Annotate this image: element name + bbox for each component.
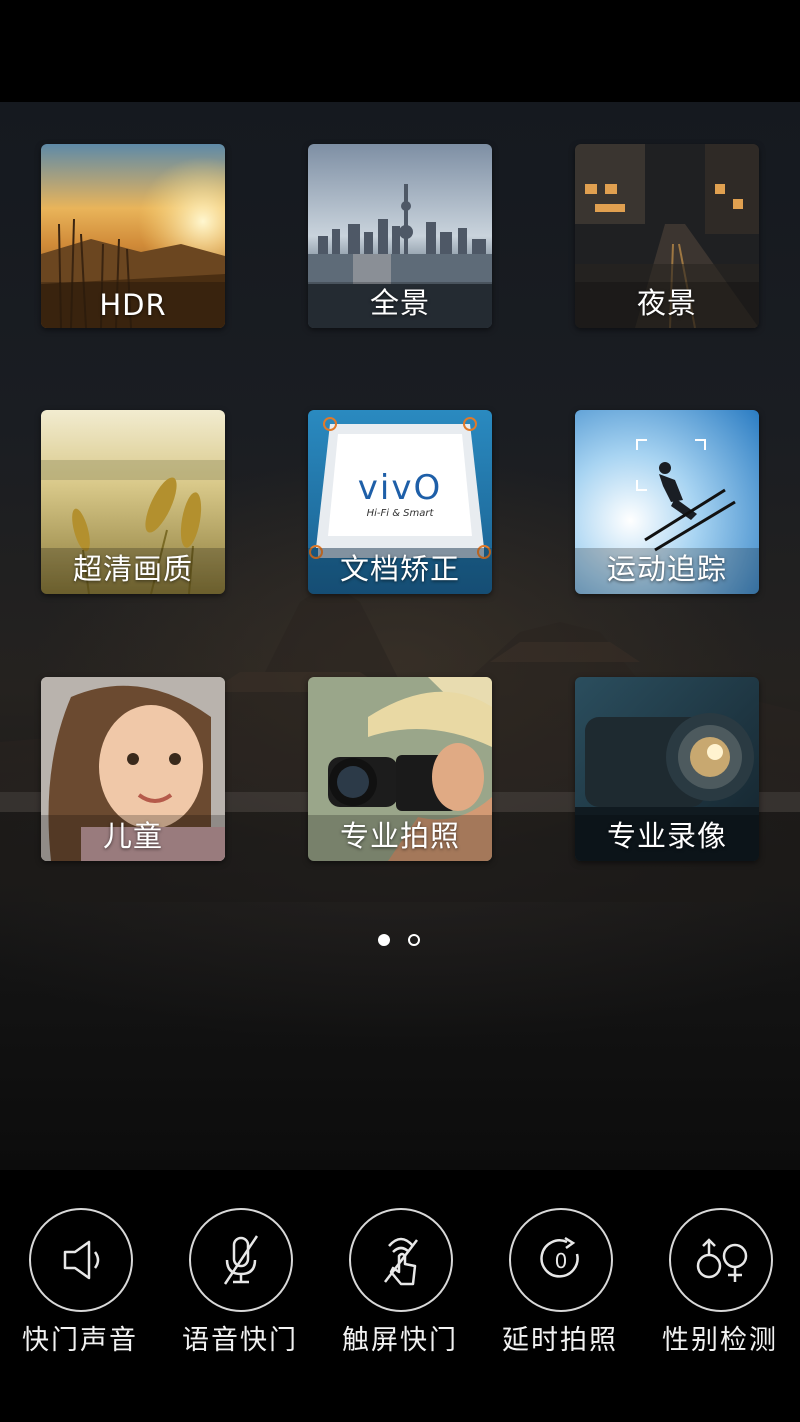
page-indicator: [0, 934, 800, 954]
mode-tile-pro-video[interactable]: 专业录像: [575, 677, 759, 861]
tool-label: 快门声音: [22, 1325, 138, 1356]
timer-toggle[interactable]: 0 延时拍照: [480, 1208, 640, 1368]
mode-label-panorama: 全景: [369, 286, 430, 320]
vivo-tagline-text: Hi-Fi & Smart: [366, 508, 434, 519]
vivo-brand-text: vivO: [357, 468, 443, 508]
mode-label-hdr: HDR: [99, 288, 167, 322]
gender-detect-toggle[interactable]: 性别检测: [640, 1208, 800, 1368]
svg-text:0: 0: [555, 1249, 568, 1273]
gender-detect-button[interactable]: [669, 1208, 773, 1312]
mode-tile-doc-correction[interactable]: vivO Hi-Fi & Smart 文档矫正: [308, 410, 492, 594]
mode-tile-children[interactable]: 儿童: [41, 677, 225, 861]
mode-tile-panorama[interactable]: 全景: [308, 144, 492, 328]
mode-label-pro-photo: 专业拍照: [339, 819, 460, 853]
mode-tile-pro-photo[interactable]: 专业拍照: [308, 677, 492, 861]
mode-tile-hdr[interactable]: HDR: [41, 144, 225, 328]
mode-label-ultra-hd: 超清画质: [72, 552, 193, 586]
touch-off-icon: [384, 1237, 418, 1286]
speaker-icon: [63, 1240, 100, 1280]
page-dot-active[interactable]: [378, 934, 390, 946]
mode-tile-night[interactable]: 夜景: [575, 144, 759, 328]
touch-shutter-toggle[interactable]: 触屏快门: [320, 1208, 480, 1368]
tool-label: 性别检测: [662, 1325, 778, 1356]
mode-label-night: 夜景: [636, 286, 697, 320]
status-bar-area: [0, 0, 800, 102]
tool-label: 延时拍照: [502, 1325, 618, 1356]
mode-label-pro-video: 专业录像: [606, 819, 727, 853]
settings-toolbar: 快门声音 语音快门 触屏快门 0 延时拍照 性别检测: [0, 1170, 800, 1422]
gender-icon: [696, 1238, 748, 1282]
touch-shutter-button[interactable]: [349, 1208, 453, 1312]
mode-tile-ultra-hd[interactable]: 超清画质: [41, 410, 225, 594]
shutter-sound-button[interactable]: [29, 1208, 133, 1312]
tool-label: 语音快门: [182, 1325, 298, 1356]
shutter-sound-toggle[interactable]: 快门声音: [0, 1208, 160, 1368]
mode-label-doc-correction: 文档矫正: [339, 552, 460, 586]
mode-grid-area: HDR 全景 夜景 超清画质 vivO Hi-Fi & Smart 文档矫正 运…: [0, 102, 800, 1170]
voice-shutter-toggle[interactable]: 语音快门: [160, 1208, 320, 1368]
voice-shutter-button[interactable]: [189, 1208, 293, 1312]
timer-icon: 0: [540, 1236, 579, 1278]
mode-label-children: 儿童: [102, 819, 163, 853]
timer-button[interactable]: 0: [509, 1208, 613, 1312]
page-dot-inactive[interactable]: [408, 934, 420, 946]
tool-label: 触屏快门: [342, 1325, 458, 1356]
mode-tile-motion-tracking[interactable]: 运动追踪: [575, 410, 759, 594]
mode-label-motion-tracking: 运动追踪: [606, 552, 727, 586]
mic-muted-icon: [223, 1235, 259, 1285]
